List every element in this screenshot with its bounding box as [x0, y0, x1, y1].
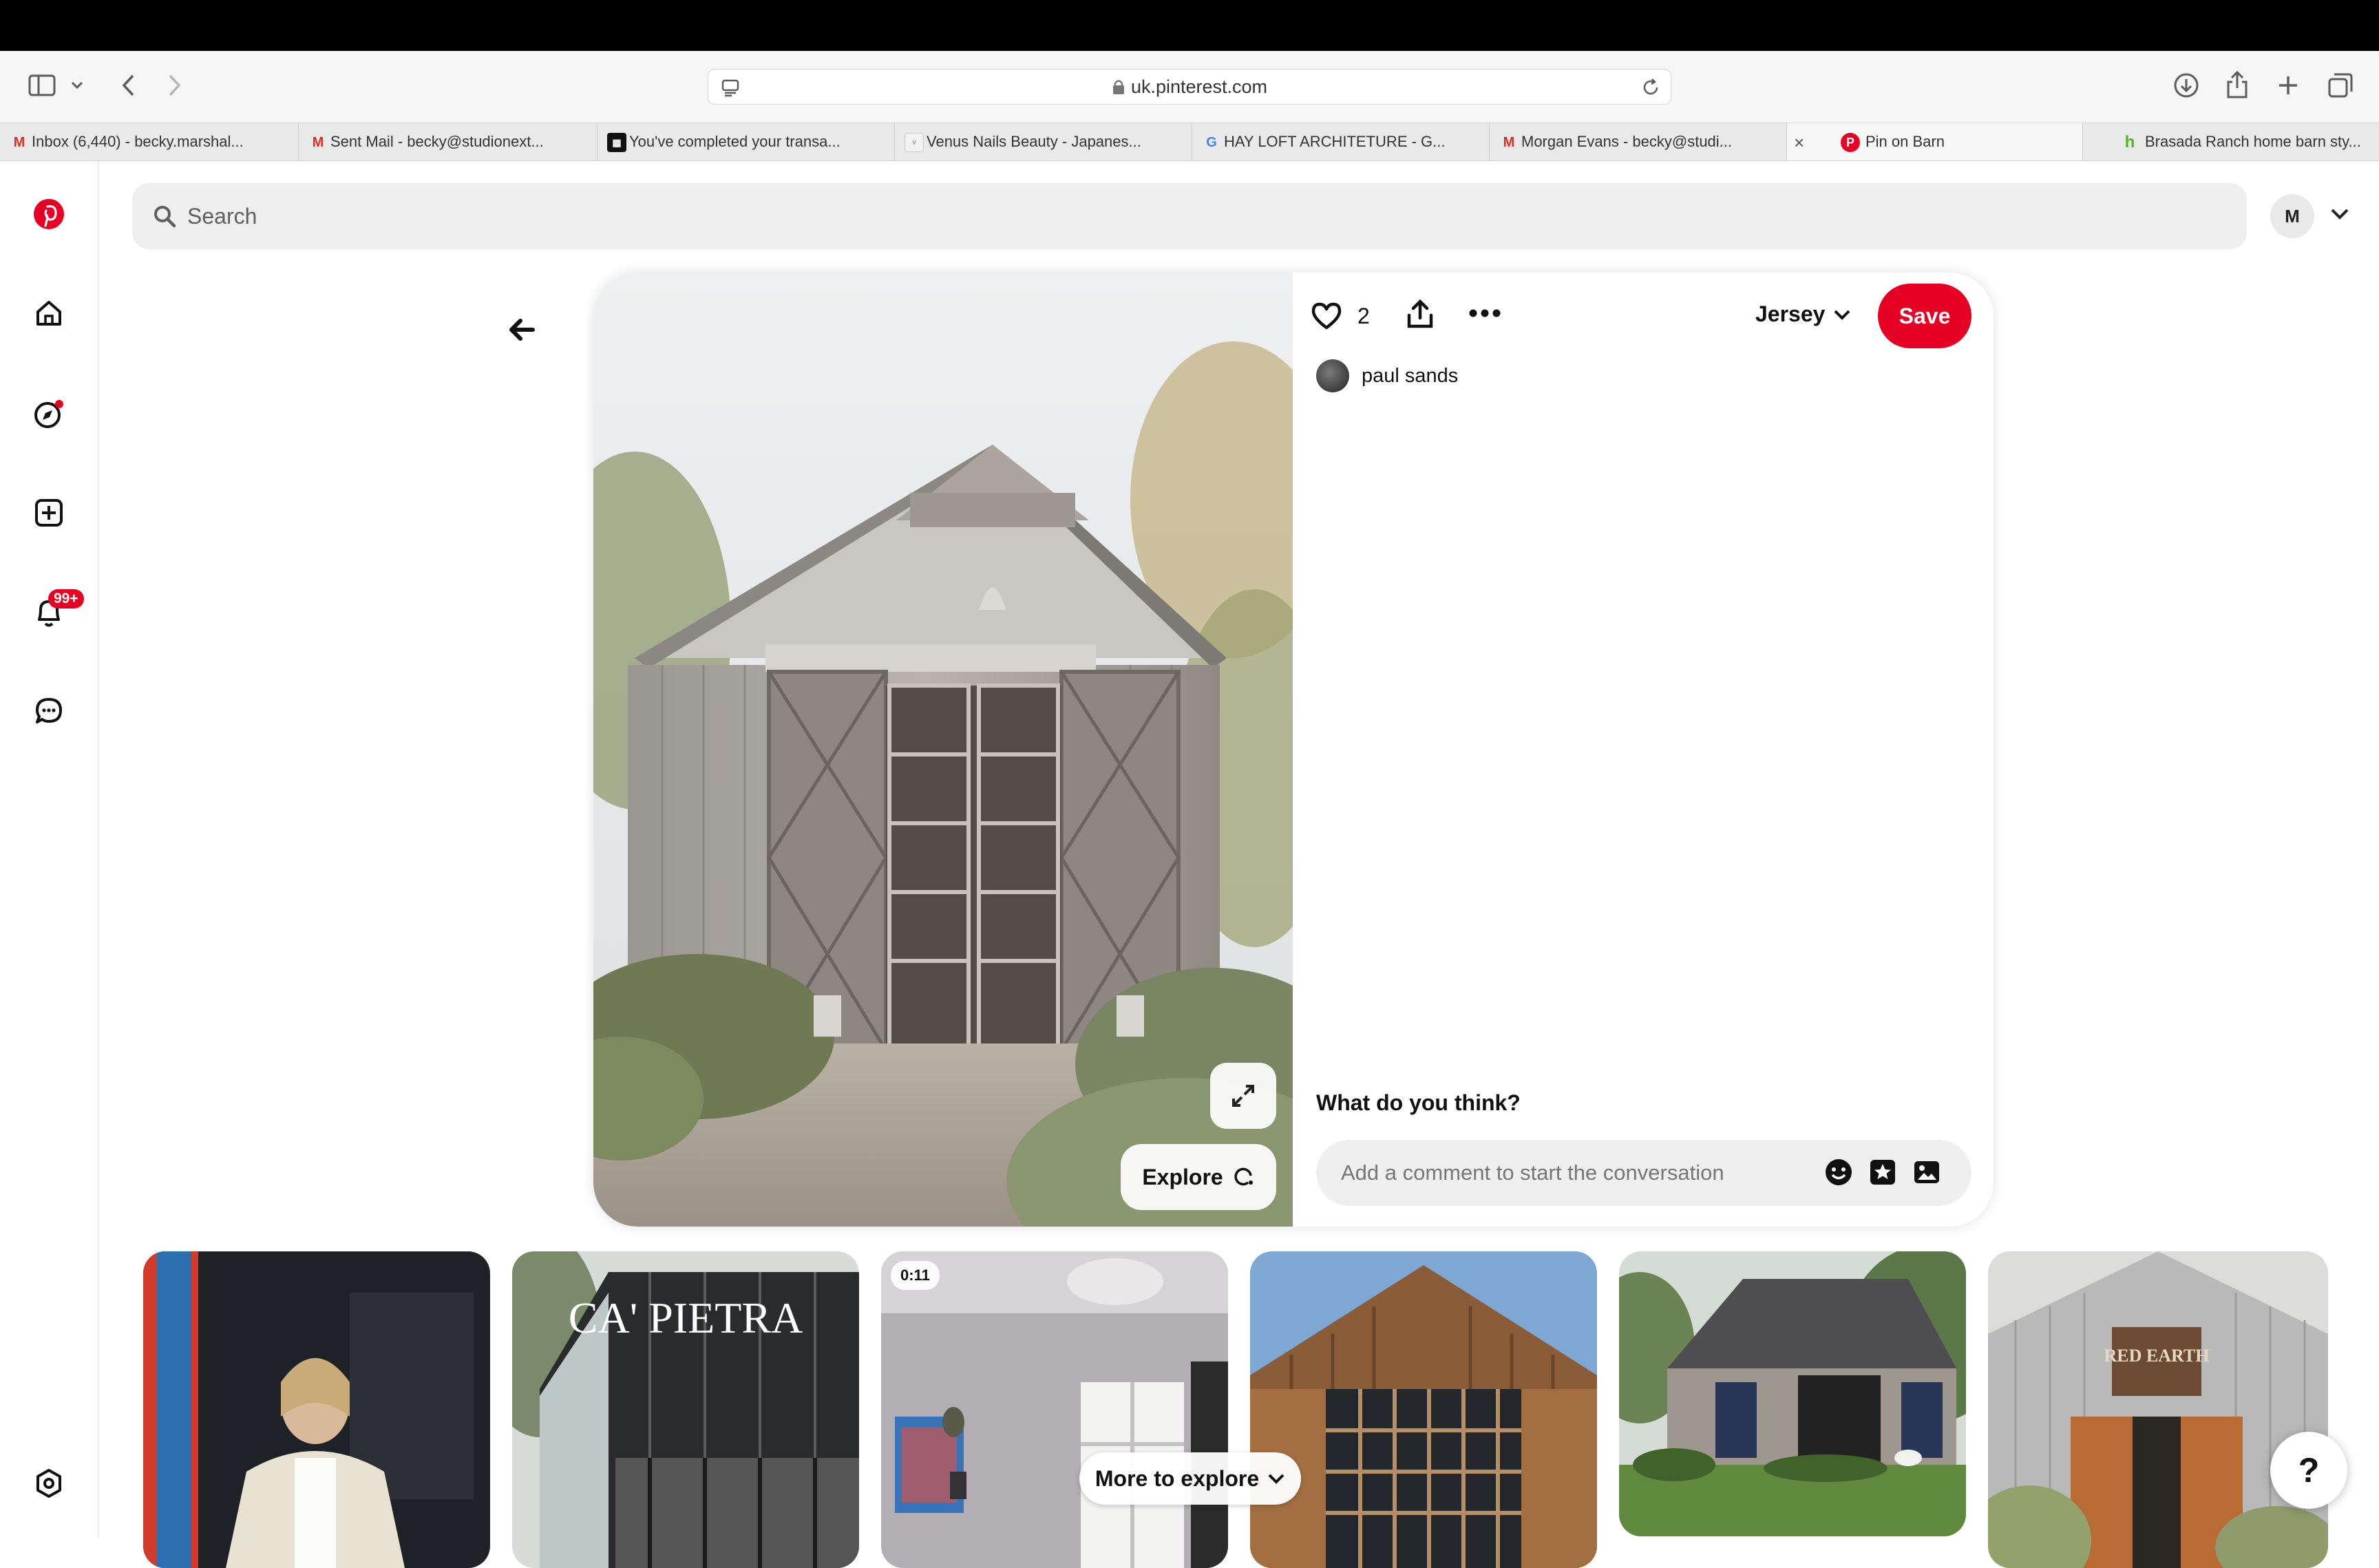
- settings-icon[interactable]: [28, 1462, 70, 1505]
- emoji-icon[interactable]: [1824, 1158, 1853, 1192]
- like-button[interactable]: 2: [1311, 301, 1370, 330]
- back-icon[interactable]: [114, 72, 142, 99]
- gmail-icon: M: [13, 134, 25, 150]
- tab-sent-mail[interactable]: M Sent Mail - becky@studionext...: [299, 123, 598, 160]
- tab-label: Brasada Ranch home barn sty...: [2145, 133, 2361, 150]
- sticker-icon[interactable]: [1868, 1158, 1897, 1192]
- search-bar[interactable]: Search: [132, 183, 2247, 249]
- venus-icon: V: [905, 133, 924, 152]
- related-pin-2[interactable]: CA' PIETRA: [512, 1251, 859, 1568]
- comment-placeholder: Add a comment to start the conversation: [1341, 1161, 1724, 1185]
- notifications-icon[interactable]: 99+: [28, 589, 84, 633]
- share-icon[interactable]: [2222, 69, 2252, 100]
- downloads-icon[interactable]: [2171, 70, 2201, 100]
- url-text: uk.pinterest.com: [1130, 76, 1268, 97]
- sidebar-toggle-icon[interactable]: [26, 72, 58, 99]
- tab-hay-loft[interactable]: G HAY LOFT ARCHITETURE - G...: [1192, 123, 1490, 160]
- pin-image[interactable]: [593, 273, 1293, 1227]
- chevron-down-icon: [1833, 308, 1851, 321]
- pinterest-icon: P: [1841, 133, 1860, 152]
- tab-overview-icon[interactable]: [2325, 70, 2356, 100]
- back-arrow-icon[interactable]: [505, 315, 538, 348]
- help-button[interactable]: ?: [2270, 1432, 2347, 1509]
- related-pin-3[interactable]: 0:11: [881, 1251, 1228, 1568]
- image-upload-icon[interactable]: [1912, 1158, 1941, 1192]
- comment-prompt: What do you think?: [1316, 1090, 1521, 1115]
- reload-icon[interactable]: [1640, 77, 1661, 103]
- tab-label: You've completed your transa...: [629, 133, 840, 150]
- video-duration: 0:11: [891, 1261, 940, 1290]
- tab-venus-nails[interactable]: V Venus Nails Beauty - Japanes...: [895, 123, 1192, 160]
- google-icon: G: [1206, 134, 1217, 150]
- board-selector[interactable]: Jersey: [1755, 301, 1851, 327]
- address-bar[interactable]: uk.pinterest.com: [708, 69, 1671, 105]
- explore-label: Explore: [1142, 1164, 1223, 1189]
- author-name: paul sands: [1362, 364, 1459, 387]
- tab-bar: M Inbox (6,440) - becky.marshal... M Sen…: [0, 123, 2379, 161]
- left-nav: 99+: [0, 161, 99, 1538]
- thumb-sign-text: RED EARTH: [2104, 1346, 2210, 1366]
- board-name: Jersey: [1755, 301, 1826, 326]
- share-pin-icon[interactable]: [1406, 299, 1435, 334]
- search-icon: [153, 204, 176, 228]
- tab-label: HAY LOFT ARCHITETURE - G...: [1224, 133, 1446, 150]
- explore-button[interactable]: Explore: [1121, 1144, 1276, 1210]
- related-pin-1[interactable]: [143, 1251, 490, 1568]
- home-icon[interactable]: [28, 292, 70, 335]
- lock-icon: [1112, 78, 1125, 95]
- pinterest-logo-icon[interactable]: [28, 193, 70, 235]
- tab-label: Pin on Barn: [1865, 133, 1945, 150]
- tab-label: Morgan Evans - becky@studi...: [1521, 133, 1733, 150]
- author-avatar: [1316, 359, 1349, 392]
- new-tab-icon[interactable]: [2273, 70, 2303, 100]
- system-menu-bar: [0, 0, 2379, 51]
- document-icon: ▦: [607, 133, 626, 152]
- account-chevron-icon[interactable]: [2329, 206, 2350, 225]
- avatar[interactable]: M: [2270, 194, 2314, 238]
- more-to-explore-button[interactable]: More to explore: [1079, 1452, 1301, 1505]
- forward-icon[interactable]: [161, 72, 189, 99]
- gmail-icon: M: [312, 134, 324, 150]
- search-input[interactable]: Search: [187, 204, 257, 229]
- more-options-icon[interactable]: [1469, 308, 1501, 321]
- author-row[interactable]: paul sands: [1316, 359, 1458, 392]
- more-to-explore-label: More to explore: [1095, 1465, 1260, 1491]
- tab-brasada-ranch[interactable]: h Brasada Ranch home barn sty...: [2083, 123, 2379, 160]
- houzz-icon: h: [2124, 133, 2135, 151]
- reader-icon[interactable]: [721, 78, 740, 102]
- related-pin-6[interactable]: RED EARTH: [1988, 1251, 2328, 1568]
- chevron-down-icon[interactable]: [69, 77, 85, 94]
- comment-input[interactable]: Add a comment to start the conversation: [1316, 1140, 1971, 1206]
- related-pin-5[interactable]: [1619, 1251, 1966, 1536]
- tab-label: Inbox (6,440) - becky.marshal...: [32, 133, 244, 150]
- notification-badge: 99+: [48, 589, 84, 608]
- tab-transaction[interactable]: ▦ You've completed your transa...: [598, 123, 895, 160]
- visual-search-icon: [1233, 1166, 1255, 1188]
- tab-label: Sent Mail - becky@studionext...: [330, 133, 544, 150]
- explore-icon[interactable]: [28, 392, 70, 435]
- tab-inbox[interactable]: M Inbox (6,440) - becky.marshal...: [0, 123, 299, 160]
- pin-closeup-card: Explore 2 Jersey paul sands What do you …: [593, 273, 1994, 1227]
- related-pin-4[interactable]: [1250, 1251, 1597, 1568]
- create-icon[interactable]: [28, 491, 70, 534]
- messages-icon[interactable]: [28, 690, 70, 732]
- chevron-down-icon: [1267, 1472, 1285, 1485]
- thumb-caption: CA' PIETRA: [569, 1293, 803, 1342]
- expand-icon: [1231, 1083, 1256, 1108]
- gmail-icon: M: [1503, 134, 1515, 150]
- heart-icon: [1311, 301, 1342, 330]
- save-button[interactable]: Save: [1878, 284, 1971, 348]
- like-count: 2: [1357, 303, 1370, 328]
- tab-morgan-evans[interactable]: M Morgan Evans - becky@studi...: [1490, 123, 1787, 160]
- close-tab-icon[interactable]: ×: [1794, 132, 1804, 153]
- expand-button[interactable]: [1210, 1063, 1276, 1129]
- tab-pin-on-barn[interactable]: × P Pin on Barn: [1787, 123, 2083, 160]
- tab-label: Venus Nails Beauty - Japanes...: [927, 133, 1141, 150]
